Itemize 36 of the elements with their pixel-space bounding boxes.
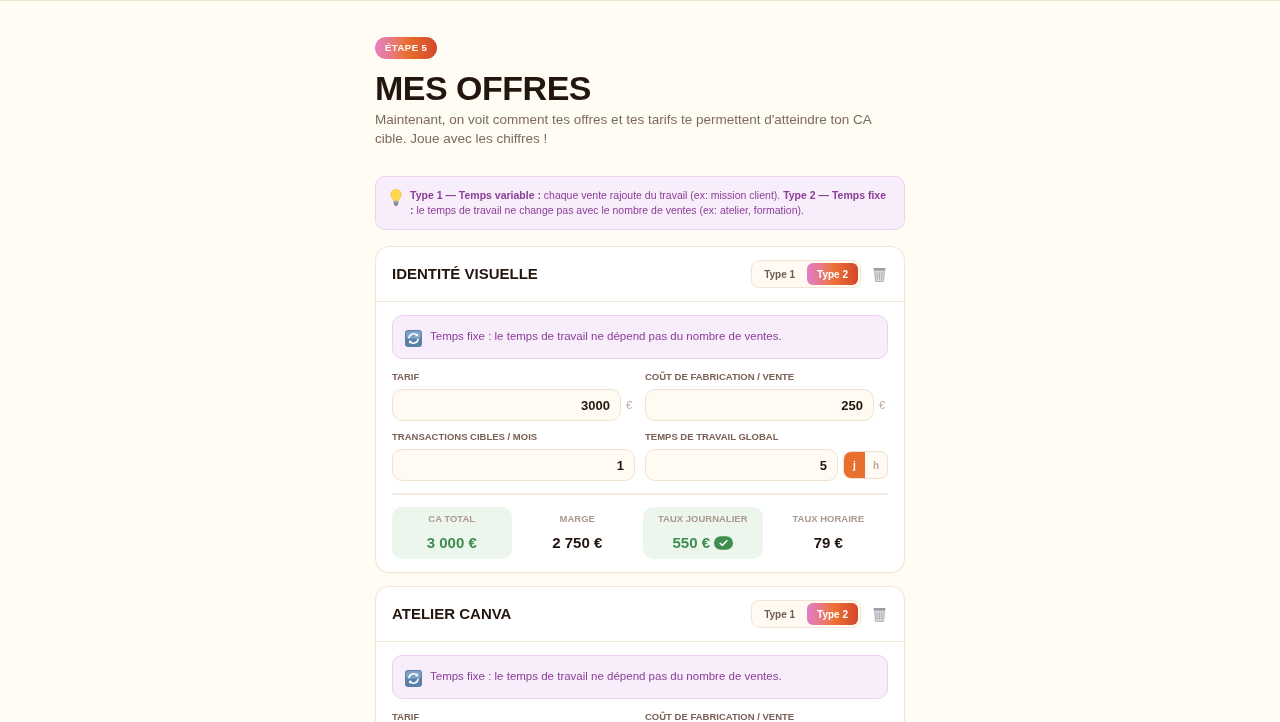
number-input[interactable]: 3000 (392, 389, 621, 421)
number-input[interactable]: 250 (645, 389, 874, 421)
info-banner-text: Type 1 — Temps variable : chaque vente rajoute du travail (ex: mission client). Type 2 — Temps fixe : le temps de travail ne change pas avec le nombre de ventes (ex: atelier, formation). (410, 188, 888, 218)
stat-value: 550 € (672, 532, 710, 553)
field-label: COÛT DE FABRICATION / VENTE (645, 371, 795, 383)
field-label: COÛT DE FABRICATION / VENTE (645, 711, 795, 722)
page-subtitle: Maintenant, on voit comment tes offres et tes tarifs te permettent d'atteindre ton CA cible. Joue avec les chiffres ! (375, 111, 873, 148)
stat-label: MARGE (559, 511, 595, 526)
trash-icon (873, 266, 886, 282)
currency-label: € (879, 397, 887, 413)
info-note-text: Temps fixe : le temps de travail ne dépend pas du nombre de ventes. (430, 669, 782, 685)
offer-title: ATELIER CANVA (392, 603, 512, 624)
page-title: MES OFFRES (375, 68, 592, 108)
number-input[interactable]: 1 (392, 449, 635, 481)
stat-label: TAUX HORAIRE (792, 511, 865, 526)
field-label: TEMPS DE TRAVAIL GLOBAL (645, 431, 779, 443)
refresh-icon (405, 329, 422, 347)
trash-icon (873, 606, 886, 622)
offer-title: IDENTITÉ VISUELLE (392, 263, 538, 284)
number-input[interactable]: 5 (645, 449, 838, 481)
type-tab[interactable]: Type 1 (754, 263, 806, 285)
stat-value: 79 € (813, 532, 843, 553)
stat-value: 3 000 € (426, 532, 477, 553)
field-label: TRANSACTIONS CIBLES / MOIS (392, 431, 538, 443)
stat-value: 2 750 € (552, 532, 603, 553)
step-badge: ÉTAPE 5 (375, 37, 438, 59)
stat-label: CA TOTAL (428, 511, 476, 526)
refresh-icon (405, 669, 422, 687)
field-label: TARIF (392, 371, 420, 383)
type-tab[interactable]: Type 2 (807, 603, 858, 625)
type-tab[interactable]: Type 1 (754, 603, 806, 625)
stat-label: TAUX JOURNALIER (657, 511, 748, 526)
lightbulb-icon (390, 189, 402, 206)
currency-label: € (626, 397, 634, 413)
info-note-text: Temps fixe : le temps de travail ne dépend pas du nombre de ventes. (430, 329, 782, 345)
type-tab[interactable]: Type 2 (807, 263, 858, 285)
